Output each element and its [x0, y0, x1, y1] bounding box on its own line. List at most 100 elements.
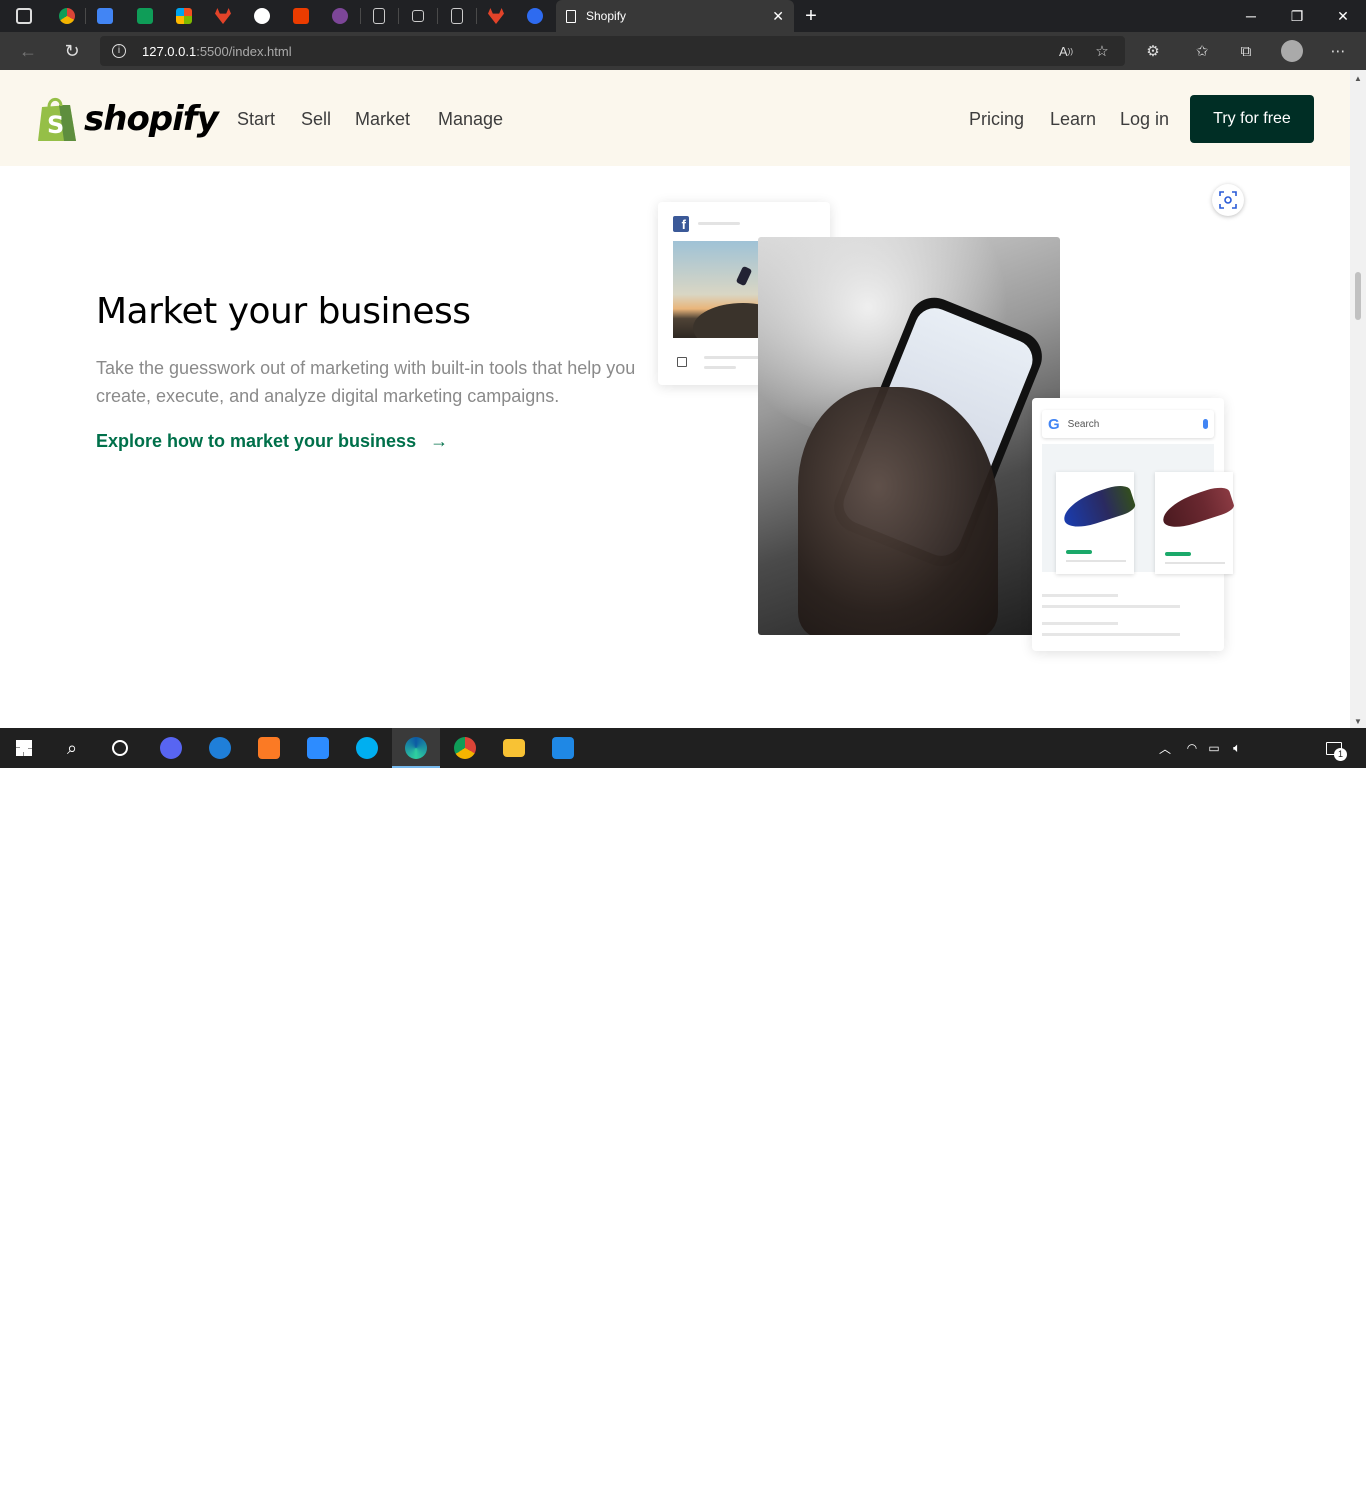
- logo-wordmark: shopify: [84, 99, 219, 139]
- xampp-icon[interactable]: [255, 734, 283, 762]
- scrollbar-thumb[interactable]: [1355, 272, 1361, 320]
- extensions-icon[interactable]: ⚙: [1139, 38, 1167, 64]
- close-icon[interactable]: ✕: [772, 8, 784, 25]
- browser-tab-strip: Shopify ✕ + ─ ❐ ✕: [0, 0, 1366, 32]
- vscode-icon[interactable]: [549, 734, 577, 762]
- web-page: S shopify Start Sell Market Manage Prici…: [0, 70, 1350, 728]
- search-placeholder: Search: [1067, 418, 1100, 430]
- facebook-icon: f: [673, 216, 689, 232]
- bluesky-icon[interactable]: [521, 4, 549, 28]
- placeholder-line: [698, 222, 740, 225]
- edge-icon[interactable]: [402, 734, 430, 762]
- scroll-up-icon[interactable]: ▲: [1354, 74, 1362, 83]
- google-icon: G: [1048, 415, 1060, 433]
- nav-manage[interactable]: Manage: [438, 109, 503, 130]
- tab-separator: [437, 8, 438, 24]
- scroll-down-icon[interactable]: ▼: [1354, 717, 1362, 726]
- chevron-up-icon[interactable]: ︿: [1151, 734, 1179, 762]
- clock-date: 9/4/2022: [1256, 1477, 1304, 1491]
- github-icon[interactable]: [248, 4, 276, 28]
- site-header: S shopify Start Sell Market Manage Prici…: [0, 70, 1350, 166]
- file-explorer-icon[interactable]: [500, 734, 528, 762]
- nav-pricing[interactable]: Pricing: [969, 109, 1024, 130]
- search-icon[interactable]: ⌕: [58, 734, 86, 762]
- info-icon[interactable]: i: [112, 44, 126, 58]
- sneaker-maroon: [1158, 483, 1236, 533]
- gitlab-icon[interactable]: [209, 4, 237, 28]
- nav-learn[interactable]: Learn: [1050, 109, 1096, 130]
- zoom-icon[interactable]: [304, 734, 332, 762]
- vertical-scrollbar[interactable]: ▲ ▼: [1350, 70, 1366, 728]
- sneaker-blue: [1059, 481, 1137, 533]
- docs-icon[interactable]: [91, 4, 119, 28]
- back-icon[interactable]: ←: [14, 38, 42, 64]
- favorite-add-icon[interactable]: ☆: [1088, 38, 1116, 64]
- skype-icon[interactable]: [353, 734, 381, 762]
- active-tab[interactable]: Shopify ✕: [556, 0, 794, 32]
- page-icon: [566, 9, 576, 23]
- nav-sell[interactable]: Sell: [301, 109, 331, 130]
- visual-search-icon[interactable]: [1212, 184, 1244, 216]
- arrow-right-icon: →: [430, 431, 449, 451]
- phone-in-hand-photo: [758, 237, 1060, 635]
- chrome-icon[interactable]: [451, 734, 479, 762]
- read-aloud-icon[interactable]: A)): [1052, 38, 1080, 64]
- notification-count: 1: [1334, 748, 1347, 761]
- google-search-bar: G Search: [1042, 410, 1214, 438]
- notifications-icon[interactable]: 1: [1320, 734, 1348, 762]
- try-for-free-button[interactable]: Try for free: [1190, 95, 1314, 143]
- thunderbird-icon[interactable]: [206, 734, 234, 762]
- page-icon[interactable]: [443, 4, 471, 28]
- google-shopping-card: G Search: [1032, 398, 1236, 651]
- product-card: [1155, 472, 1236, 574]
- shopify-logo[interactable]: S shopify: [36, 95, 219, 143]
- office-icon[interactable]: [287, 4, 315, 28]
- hero-title: Market your business: [96, 291, 471, 332]
- shopping-bag-icon: [677, 357, 687, 367]
- shopping-bag-icon: S: [38, 97, 76, 141]
- collections-icon[interactable]: ⧉: [1232, 38, 1260, 64]
- windows-start-icon[interactable]: [10, 734, 38, 762]
- nav-start[interactable]: Start: [237, 109, 275, 130]
- volume-icon[interactable]: 🔈︎: [1223, 734, 1251, 762]
- tab-separator: [476, 8, 477, 24]
- new-tab-icon[interactable]: +: [796, 0, 826, 32]
- tab-separator: [85, 8, 86, 24]
- microsoft-icon[interactable]: [170, 4, 198, 28]
- discord-icon[interactable]: [157, 734, 185, 762]
- url-path: :5500/index.html: [196, 43, 292, 59]
- address-bar[interactable]: i 127.0.0.1:5500/index.html: [100, 36, 1125, 66]
- hand: [798, 387, 998, 635]
- windows-taskbar: ⌕ ︿ ◠ ▭ 🔈︎ 12:44 AM 9/4/2022 1: [0, 728, 1366, 1491]
- tab-separator: [398, 8, 399, 24]
- window-close-icon[interactable]: ✕: [1320, 0, 1366, 32]
- url-host: 127.0.0.1: [142, 43, 197, 59]
- explore-market-link[interactable]: Explore how to market your business →: [96, 431, 448, 452]
- svg-text:S: S: [47, 111, 64, 139]
- chrome-icon[interactable]: [53, 4, 81, 28]
- browser-toolbar: ← ↻ i 127.0.0.1:5500/index.html A)) ☆ ⚙ …: [0, 32, 1366, 70]
- restore-icon[interactable]: ❐: [1274, 0, 1320, 32]
- system-clock[interactable]: 12:44 AM 9/4/2022: [1253, 1459, 1307, 1493]
- nav-market[interactable]: Market: [355, 109, 410, 130]
- clock-time: 12:44 AM: [1254, 1460, 1306, 1474]
- square-icon[interactable]: [404, 4, 432, 28]
- tab-separator: [360, 8, 361, 24]
- active-tab-title: Shopify: [586, 9, 627, 23]
- profile-avatar[interactable]: [1278, 38, 1306, 64]
- favorites-icon[interactable]: ✩: [1188, 38, 1216, 64]
- hero-description: Take the guesswork out of marketing with…: [96, 358, 636, 406]
- tor-icon[interactable]: [326, 4, 354, 28]
- task-view-icon[interactable]: [106, 734, 134, 762]
- placeholder-line: [704, 366, 736, 369]
- tab-actions-icon[interactable]: [10, 4, 38, 28]
- gitlab-icon[interactable]: [482, 4, 510, 28]
- more-menu-icon[interactable]: ⋯: [1324, 38, 1352, 64]
- page-icon[interactable]: [365, 4, 393, 28]
- refresh-icon[interactable]: ↻: [58, 38, 86, 64]
- explore-link-label: Explore how to market your business: [96, 431, 417, 451]
- sheets-icon[interactable]: [131, 4, 159, 28]
- nav-login[interactable]: Log in: [1120, 109, 1169, 130]
- product-card: [1056, 472, 1137, 574]
- minimize-icon[interactable]: ─: [1228, 0, 1274, 32]
